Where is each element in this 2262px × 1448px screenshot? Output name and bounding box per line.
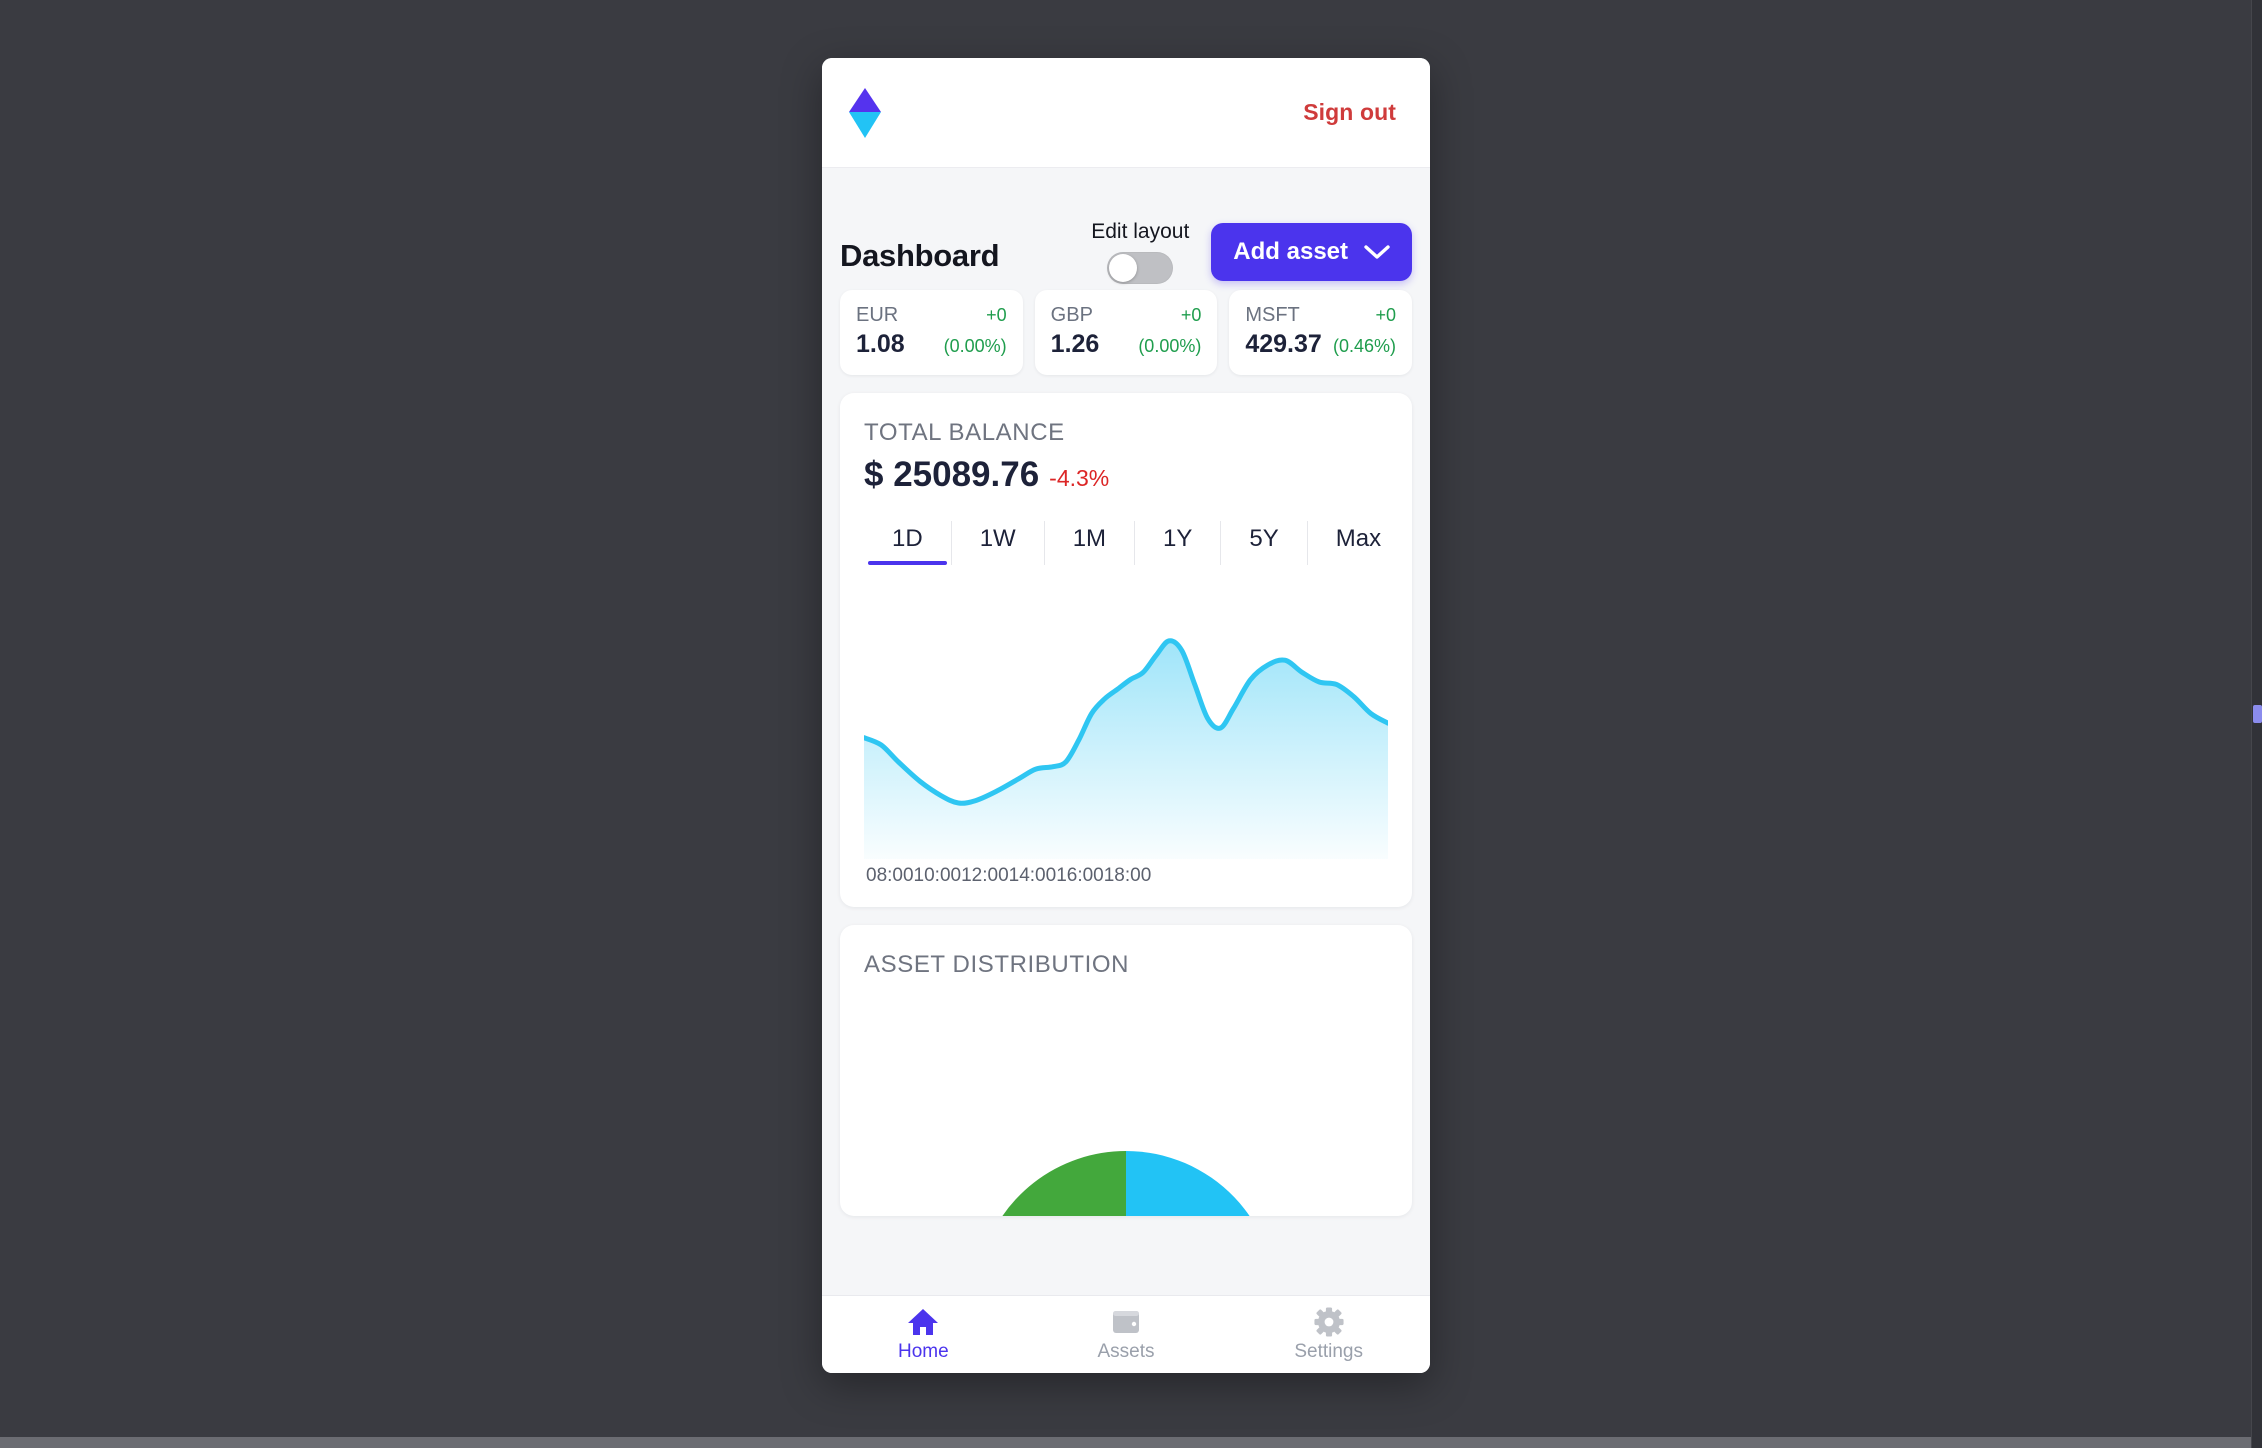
nav-label-home: Home [897,1340,949,1362]
ticker-bottom-row: 1.08 (0.00%) [856,327,1007,359]
edit-layout-control: Edit layout [1091,220,1189,284]
nav-item-settings[interactable]: Settings [1227,1306,1430,1363]
total-balance-card: TOTAL BALANCE $ 25089.76 -4.3% 1D 1W 1M … [840,393,1412,907]
ticker-top-row: GBP +0 [1051,304,1202,327]
ticker-symbol: EUR [856,304,899,326]
page-title: Dashboard [840,238,1000,273]
donut-slice [1126,1151,1250,1216]
range-tab-1w[interactable]: 1W [952,521,1045,565]
ticker-card[interactable]: MSFT +0 429.37 (0.46%) [1229,290,1413,375]
x-tick-label: 16:00 [1056,865,1104,886]
home-icon [908,1308,939,1335]
total-balance-change: -4.3% [1049,465,1110,491]
ticker-price: 429.37 [1245,330,1322,358]
taskbar-strip [0,1437,2262,1448]
total-balance-title: TOTAL BALANCE [864,419,1065,446]
chevron-down-icon [1364,245,1390,259]
ticker-change: +0 [1375,305,1397,325]
donut-slice [1002,1151,1126,1216]
x-tick-label: 14:00 [1008,865,1057,886]
asset-distribution-card: ASSET DISTRIBUTION 42.0%32.3% [840,925,1412,1216]
header-actions: Edit layout Add asset [1091,220,1412,284]
ticker-percent: (0.46%) [1332,336,1397,356]
x-tick-label: 12:00 [961,865,1009,886]
add-asset-label: Add asset [1233,238,1348,265]
area-chart-svg [864,638,1388,859]
edit-layout-toggle[interactable] [1107,252,1174,284]
add-asset-button[interactable]: Add asset [1211,223,1412,281]
asset-distribution-title: ASSET DISTRIBUTION [864,951,1130,978]
donut-chart-svg: 42.0%32.3% [1002,1151,1250,1216]
ticker-symbol: GBP [1050,304,1093,326]
ticker-card[interactable]: EUR +0 1.08 (0.00%) [840,290,1023,375]
edit-layout-label: Edit layout [1091,220,1190,243]
range-tab-5y[interactable]: 5Y [1221,521,1308,565]
ticker-symbol: MSFT [1245,304,1300,326]
ticker-top-row: EUR +0 [856,304,1007,327]
sign-out-link[interactable]: Sign out [1303,99,1396,126]
ticker-change: +0 [986,305,1007,325]
ticker-bottom-row: 1.26 (0.00%) [1051,327,1202,359]
range-tab-list: 1D 1W 1M 1Y 5Y Max [864,521,1388,565]
ticker-price: 1.08 [856,330,905,358]
diamond-logo-icon [849,87,881,138]
total-balance-value: $ 25089.76 [864,455,1040,494]
ticker-card-list: EUR +0 1.08 (0.00%) GBP +0 1.26 (0.00%) [836,284,1416,375]
app-header: Sign out [822,58,1430,168]
range-tab-1d[interactable]: 1D [864,521,952,565]
dashboard-header-row: Dashboard Edit layout Add asset [836,168,1416,284]
area-chart-x-axis: 08:00 10:00 12:00 14:00 16:00 18:00 [864,865,1388,887]
toggle-knob [1109,254,1138,282]
nav-label-settings: Settings [1294,1340,1363,1362]
ticker-percent: (0.00%) [943,336,1007,356]
x-tick-label: 08:00 [866,865,914,886]
nav-label-assets: Assets [1097,1340,1155,1362]
range-tab-max[interactable]: Max [1308,521,1409,565]
wallet-icon [1113,1310,1139,1333]
ticker-price: 1.26 [1050,330,1100,358]
range-tab-1y[interactable]: 1Y [1135,521,1222,565]
ticker-top-row: MSFT +0 [1245,304,1396,327]
page-scrollbar[interactable] [2251,0,2262,1448]
nav-item-assets[interactable]: Assets [1025,1307,1228,1363]
app-scroll-area[interactable]: Dashboard Edit layout Add asset EUR +0 1… [822,168,1430,1295]
nav-item-home[interactable]: Home [822,1307,1025,1363]
ticker-card[interactable]: GBP +0 1.26 (0.00%) [1034,290,1218,375]
total-balance-row: $ 25089.76 -4.3% [864,455,1388,495]
x-tick-label: 18:00 [1103,865,1152,886]
balance-area-chart: 08:00 10:00 12:00 14:00 16:00 18:00 [864,587,1388,887]
donut-chart-container: 42.0%32.3% [864,1001,1388,1216]
ticker-percent: (0.00%) [1138,336,1202,356]
range-tab-1m[interactable]: 1M [1045,521,1136,565]
page-scrollbar-thumb[interactable] [2253,705,2262,723]
ticker-bottom-row: 429.37 (0.46%) [1245,327,1396,359]
gear-icon [1314,1306,1344,1337]
x-tick-label: 10:00 [913,865,962,886]
bottom-navigation: Home Assets Settings [822,1295,1430,1373]
mobile-app-frame: Sign out Dashboard Edit layout Add asset [822,58,1430,1373]
ticker-change: +0 [1180,305,1202,325]
